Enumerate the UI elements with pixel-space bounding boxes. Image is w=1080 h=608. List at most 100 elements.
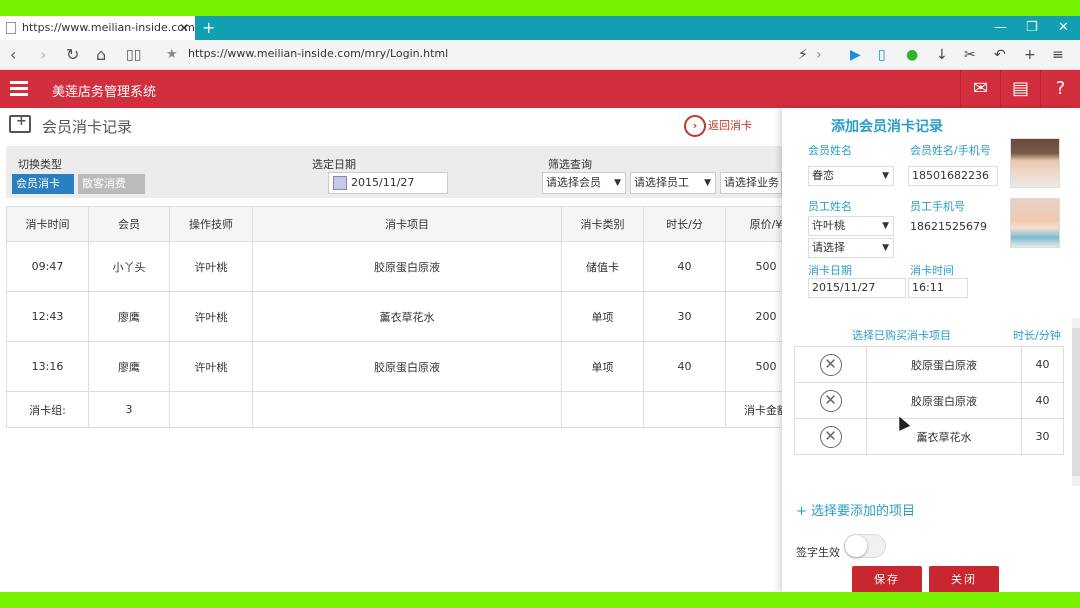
main-content: 会员消卡记录 ›返回消卡 切换类型 会员消卡 散客消费 选定日期 2015/11… [0,108,807,592]
table-row[interactable]: 13:16 廖鹰 许叶桃 胶原蛋白原液 单项 40 500 [6,341,807,392]
cell-item: 胶原蛋白原液 [252,241,562,292]
selected-items-table: ✕ 胶原蛋白原液 40 ✕ 胶原蛋白原液 40 ✕ 薰衣草花水 30 [794,346,1064,455]
cell-member: 廖鹰 [88,291,170,342]
staff-select-value: 请选择员工 [634,176,689,189]
item-name: 薰衣草花水 [866,418,1022,455]
menu-icon[interactable]: ≡ [1052,45,1064,65]
maximize-button[interactable]: ❐ [1026,16,1038,40]
undo-icon[interactable]: ↶ [994,45,1006,65]
back-arrow-icon[interactable]: ‹ [10,44,16,66]
chevron-down-icon: ▼ [614,178,621,188]
mail-icon[interactable]: ✉ [960,70,1000,108]
member-name-label: 会员姓名 [808,144,852,157]
list-item: ✕ 胶原蛋白原液 40 [794,382,1064,419]
member-phone-input[interactable]: 18501682236 [908,166,998,186]
item-duration: 40 [1021,346,1064,383]
refresh-icon[interactable]: ↻ [66,44,79,66]
scissors-icon[interactable]: ✂ [964,45,976,65]
save-button[interactable]: 保存 [852,566,922,592]
close-window-button[interactable]: ✕ [1058,16,1069,40]
add-record-panel: 添加会员消卡记录 会员姓名 会员姓名/手机号 眷恋 ▼ 18501682236 员… [782,108,1080,592]
lightning-icon[interactable]: ⚡ [798,45,808,65]
add-project-link[interactable]: + 选择要添加的项目 [796,500,915,519]
member-name-value: 眷恋 [812,169,834,182]
minimize-button[interactable]: — [994,16,1007,40]
footer-count-label: 消卡组: [6,391,89,428]
mobile-icon[interactable]: ▯ [878,45,886,65]
monitor-icon [9,114,31,133]
member-card-tab[interactable]: 会员消卡 [12,174,74,194]
page-favicon-icon [6,22,16,34]
date-value: 2015/11/27 [351,176,415,189]
col-member: 会员 [88,206,170,242]
sign-label: 签字生效 [796,546,840,559]
cell-time: 09:47 [6,241,89,292]
cell-duration: 40 [643,241,726,292]
chevron-right-circle-icon: › [684,115,706,137]
card-time-input[interactable]: 16:11 [908,278,968,298]
browser-tab-title: https://www.meilian-inside.com/m [22,21,195,34]
panel-scrollbar[interactable] [1072,318,1080,486]
back-link[interactable]: › 返回消卡 [684,115,752,137]
search-label: 筛选查询 [548,158,592,171]
remove-circle-icon[interactable]: ✕ [819,353,842,376]
date-label: 选定日期 [312,158,356,171]
back-link-label: 返回消卡 [708,119,752,132]
cell-technician: 许叶桃 [169,341,253,392]
address-bar: ‹ › ↻ ⌂ ▯▯ ★ https://www.meilian-inside.… [0,40,1080,70]
footer-count-value: 3 [88,391,170,428]
download-icon[interactable]: ↓ [936,45,948,65]
chevron-down-icon: ▼ [882,171,889,181]
staff-second-value: 请选择 [812,241,845,254]
member-select-value: 请选择会员 [546,176,601,189]
browser-tab-bar: https://www.meilian-inside.com/m ✕ + — ❐… [0,16,1080,40]
table-row[interactable]: 12:43 廖鹰 许叶桃 薰衣草花水 单项 30 200 [6,291,807,342]
chevron-right-icon[interactable]: › [816,45,822,65]
remove-circle-icon[interactable]: ✕ [819,425,842,448]
staff-name-select[interactable]: 许叶桃 ▼ [808,216,894,236]
scrollbar-thumb[interactable] [1072,328,1080,476]
business-select[interactable]: 请选择业务 [720,172,782,194]
close-button[interactable]: 关闭 [929,566,999,592]
new-tab-button[interactable]: + [202,16,215,40]
cell-technician: 许叶桃 [169,241,253,292]
staff-select[interactable]: 请选择员工 ▼ [630,172,716,194]
bookmark-star-icon[interactable]: ★ [166,44,178,66]
items-duration-header: 时长/分钟 [1013,329,1061,342]
wechat-icon[interactable]: ● [906,45,918,65]
plus-icon[interactable]: + [1024,45,1036,65]
remove-circle-icon[interactable]: ✕ [819,389,842,412]
cell-category: 单项 [561,341,644,392]
table-row[interactable]: 09:47 小丫头 许叶桃 胶原蛋白原液 储值卡 40 500 [6,241,807,292]
member-name-select[interactable]: 眷恋 ▼ [808,166,894,186]
col-item: 消卡项目 [252,206,562,242]
col-duration: 时长/分 [643,206,726,242]
reader-icon[interactable]: ▯▯ [126,44,141,66]
business-select-value: 请选择业务 [724,176,779,189]
play-icon[interactable]: ▶ [850,45,861,65]
item-name: 胶原蛋白原液 [866,382,1022,419]
forward-arrow-icon[interactable]: › [40,44,46,66]
guest-consume-tab[interactable]: 散客消费 [78,174,145,194]
calendar-icon [333,176,347,190]
clipboard-icon[interactable]: ▤ [1000,70,1040,108]
home-icon[interactable]: ⌂ [96,44,106,66]
browser-window: https://www.meilian-inside.com/m ✕ + — ❐… [0,16,1080,592]
type-label: 切换类型 [18,158,62,171]
card-date-input[interactable]: 2015/11/27 [808,278,906,298]
app-header: 美莲店务管理系统 ✉ ▤ ? [0,70,1080,108]
staff-second-select[interactable]: 请选择 ▼ [808,238,894,258]
list-menu-icon[interactable] [10,81,28,97]
table-header-row: 消卡时间 会员 操作技师 消卡项目 消卡类别 时长/分 原价/¥ [6,206,807,242]
cell-technician: 许叶桃 [169,291,253,342]
staff-name-value: 许叶桃 [812,219,845,232]
staff-phone-label: 员工手机号 [910,200,965,213]
close-tab-icon[interactable]: ✕ [179,16,189,40]
date-input[interactable]: 2015/11/27 [328,172,448,194]
url-field[interactable]: https://www.meilian-inside.com/mry/Login… [188,47,448,60]
browser-tab[interactable]: https://www.meilian-inside.com/m ✕ [0,16,195,40]
sign-toggle[interactable] [844,534,886,558]
item-name: 胶原蛋白原液 [866,346,1022,383]
member-select[interactable]: 请选择会员 ▼ [542,172,626,194]
help-icon[interactable]: ? [1040,70,1080,108]
